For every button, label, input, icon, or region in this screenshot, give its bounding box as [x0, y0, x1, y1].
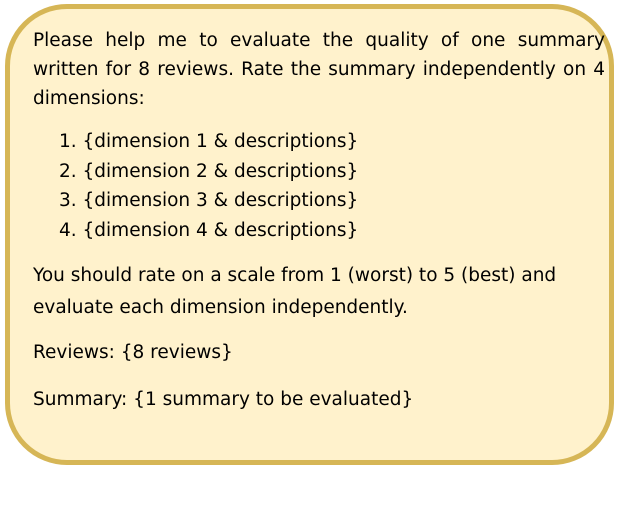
prompt-content: Please help me to evaluate the quality o…	[33, 26, 605, 414]
intro-paragraph: Please help me to evaluate the quality o…	[33, 30, 605, 109]
dimension-item: 1. {dimension 1 & descriptions}	[59, 131, 359, 152]
dimension-list: 1. {dimension 1 & descriptions} 2. {dime…	[33, 127, 605, 245]
dimension-item: 3. {dimension 3 & descriptions}	[59, 190, 359, 211]
summary-placeholder: Summary: {1 summary to be evaluated}	[33, 389, 414, 410]
reviews-placeholder: Reviews: {8 reviews}	[33, 342, 233, 363]
rating-instruction: You should rate on a scale from 1 (worst…	[33, 265, 557, 318]
dimension-item: 2. {dimension 2 & descriptions}	[59, 160, 359, 182]
dimension-item: 4. {dimension 4 & descriptions}	[59, 219, 359, 241]
